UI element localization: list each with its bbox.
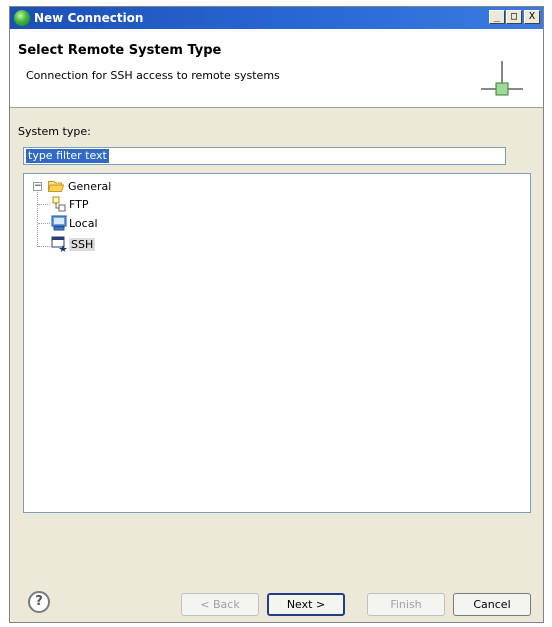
ssh-icon (51, 236, 67, 252)
finish-button[interactable]: Finish (367, 593, 445, 616)
page-description: Connection for SSH access to remote syst… (26, 69, 280, 82)
selected-label: SSH (69, 238, 96, 251)
page-title: Select Remote System Type (18, 43, 222, 58)
tree-connector (38, 223, 50, 224)
tree-connector (38, 246, 50, 247)
ftp-icon (52, 196, 66, 212)
window-title: New Connection (34, 11, 144, 25)
wizard-header: Select Remote System Type Connection for… (10, 29, 543, 108)
new-connection-dialog: New Connection _ □ X Select Remote Syste… (9, 6, 544, 623)
next-button[interactable]: Next > (267, 593, 345, 616)
tree-connector (37, 192, 38, 247)
tree-node-local[interactable]: Local (69, 217, 98, 230)
close-button[interactable]: X (524, 10, 540, 24)
tree-node-ftp[interactable]: FTP (69, 198, 89, 211)
network-connection-icon (481, 61, 523, 96)
tree-node-general[interactable]: General (68, 180, 111, 193)
cancel-button[interactable]: Cancel (453, 593, 531, 616)
app-icon (14, 10, 30, 26)
tree-node-ssh[interactable]: SSH (69, 238, 96, 251)
filter-text: type filter text (26, 149, 109, 163)
tree-connector (38, 204, 50, 205)
title-bar[interactable]: New Connection _ □ X (10, 7, 543, 29)
system-type-label: System type: (18, 125, 91, 138)
local-computer-icon (51, 215, 67, 231)
system-type-tree[interactable]: − General FTP Local SSH (23, 173, 531, 513)
collapse-toggle-icon[interactable]: − (33, 182, 42, 191)
help-button[interactable]: ? (28, 591, 50, 613)
maximize-button[interactable]: □ (506, 10, 522, 24)
minimize-button[interactable]: _ (489, 10, 505, 24)
back-button[interactable]: < Back (181, 593, 259, 616)
filter-input[interactable]: type filter text (23, 147, 506, 165)
open-folder-icon (48, 181, 64, 192)
